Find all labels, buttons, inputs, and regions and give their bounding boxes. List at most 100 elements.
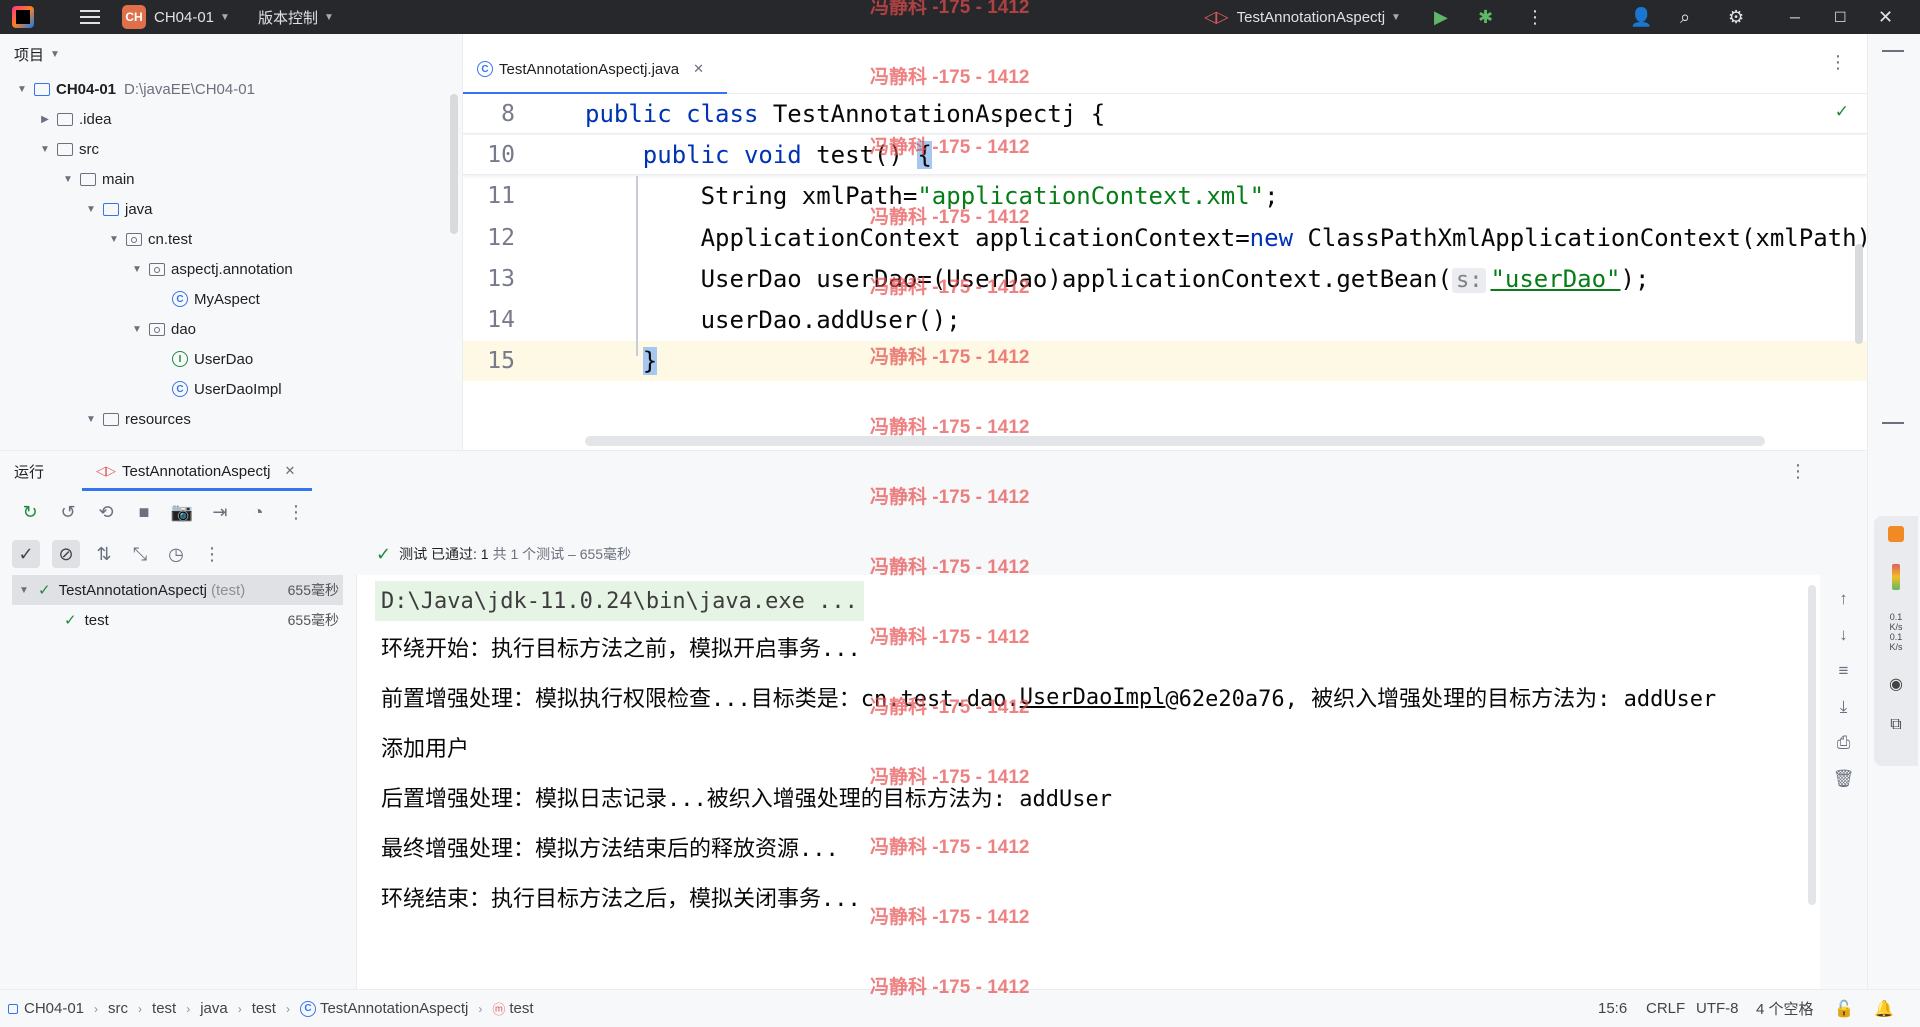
line-number[interactable]: 13	[463, 266, 515, 292]
rerun-icon[interactable]: ↻	[18, 500, 42, 524]
minimize-icon[interactable]	[1882, 50, 1904, 52]
more-vertical-icon[interactable]: ⋮	[284, 500, 308, 524]
line-number[interactable]: 10	[463, 142, 515, 168]
tree-item-src[interactable]: ▼ src	[0, 134, 462, 164]
chevron-down-icon[interactable]: ▼	[220, 12, 230, 23]
tree-item-ch04-01[interactable]: ▼ CH04-01 D:\javaEE\CH04-01	[0, 74, 462, 104]
breadcrumb-item[interactable]: CH04-01	[24, 1000, 84, 1017]
indent-setting[interactable]: 4 个空格	[1756, 998, 1814, 1019]
collapse-icon[interactable]: ⤡	[128, 542, 152, 566]
run-tab[interactable]: ◁▷ TestAnnotationAspectj ✕	[82, 451, 313, 491]
breadcrumb-item[interactable]: TestAnnotationAspectj	[320, 1000, 468, 1017]
code-line[interactable]: 12 ApplicationContext applicationContext…	[463, 218, 1868, 258]
chevron-down-icon[interactable]: ▼	[16, 585, 32, 596]
console-scrollbar[interactable]	[1808, 585, 1816, 905]
code-line[interactable]: 8 public class TestAnnotationAspectj {	[463, 94, 1868, 134]
console-link[interactable]: UserDaoImpl	[1020, 685, 1166, 710]
ide-logo-icon[interactable]	[12, 6, 34, 28]
tree-item--idea[interactable]: ▶ .idea	[0, 104, 462, 134]
line-separator[interactable]: CRLF	[1646, 1000, 1685, 1017]
file-encoding[interactable]: UTF-8	[1696, 1000, 1739, 1017]
code-line[interactable]: 13 UserDao userDao=(UserDao)applicationC…	[463, 259, 1868, 299]
tree-item-userdao[interactable]: I UserDao	[0, 344, 462, 374]
tree-item-resources[interactable]: ▼ resources	[0, 404, 462, 434]
breadcrumb-item[interactable]: src	[108, 1000, 128, 1017]
trash-icon[interactable]: 🗑	[1833, 769, 1855, 789]
stop-icon[interactable]: ■	[132, 500, 156, 524]
sort-icon[interactable]: ⇅	[92, 542, 116, 566]
rerun-failed-icon[interactable]: ↺	[56, 500, 80, 524]
search-button[interactable]: ⌕	[1680, 0, 1690, 34]
close-icon[interactable]: ✕	[693, 61, 704, 77]
coverage-icon[interactable]: ◔	[246, 500, 270, 524]
caret-position[interactable]: 15:6	[1598, 1000, 1627, 1017]
notifications-icon[interactable]: 🔔	[1874, 999, 1894, 1019]
more-actions-button[interactable]: ⋮	[1526, 0, 1544, 34]
settings-button[interactable]: ⚙	[1728, 0, 1744, 34]
tab-testannotationaspectj[interactable]: C TestAnnotationAspectj.java ✕	[463, 44, 727, 95]
chevron-down-icon[interactable]: ▼	[129, 264, 145, 275]
tree-item-cn-test[interactable]: ▼ cn.test	[0, 224, 462, 254]
project-name[interactable]: CH04-01	[154, 9, 214, 26]
chevron-down-icon[interactable]: ▼	[50, 49, 60, 60]
network-monitor-widget[interactable]: 0.1 K/s 0.1 K/s ◉ ⧉	[1874, 516, 1918, 766]
tree-item-aspectj-annotation[interactable]: ▼ aspectj.annotation	[0, 254, 462, 284]
project-panel-header[interactable]: 项目 ▼	[0, 34, 462, 74]
chevron-down-icon[interactable]: ▼	[106, 234, 122, 245]
maximize-button[interactable]: ☐	[1834, 0, 1847, 34]
tree-item-main[interactable]: ▼ main	[0, 164, 462, 194]
line-number[interactable]: 11	[463, 183, 515, 209]
vcs-menu[interactable]: 版本控制	[258, 7, 318, 28]
close-icon[interactable]: ✕	[284, 463, 295, 479]
tree-item-myaspect[interactable]: C MyAspect	[0, 284, 462, 314]
print-icon[interactable]: ⎙	[1837, 733, 1851, 753]
toggle-auto-test-icon[interactable]: ⟲	[94, 500, 118, 524]
show-ignored-icon[interactable]: ⊘	[52, 540, 80, 568]
editor-h-scrollbar[interactable]	[585, 436, 1765, 446]
chevron-down-icon[interactable]: ▼	[83, 204, 99, 215]
tree-item-dao[interactable]: ▼ dao	[0, 314, 462, 344]
chevron-down-icon[interactable]: ▼	[14, 84, 30, 95]
run-config-selector[interactable]: ◁▷ TestAnnotationAspectj ▼	[1204, 0, 1401, 34]
editor-v-scrollbar[interactable]	[1855, 244, 1863, 344]
lock-icon[interactable]: 🔓	[1834, 999, 1854, 1019]
soft-wrap-icon[interactable]: ≡	[1839, 661, 1849, 681]
run-button[interactable]: ▶	[1434, 0, 1448, 34]
chevron-down-icon[interactable]: ▼	[37, 144, 53, 155]
breadcrumb-item[interactable]: java	[200, 1000, 228, 1017]
minimize-icon[interactable]	[1882, 422, 1904, 424]
camera-icon[interactable]: 📷	[170, 500, 194, 524]
breadcrumb-item[interactable]: test	[509, 1000, 533, 1017]
main-menu-icon[interactable]	[80, 10, 100, 24]
chevron-down-icon[interactable]: ▼	[129, 324, 145, 335]
console-command-line[interactable]: D:\Java\jdk-11.0.24\bin\java.exe ...	[375, 581, 864, 621]
chevron-down-icon[interactable]: ▼	[324, 12, 334, 23]
minimize-button[interactable]: ─	[1790, 0, 1800, 34]
tree-scrollbar[interactable]	[450, 94, 458, 234]
line-number[interactable]: 12	[463, 225, 515, 251]
line-number[interactable]: 15	[463, 348, 515, 374]
chevron-down-icon[interactable]: ▼	[60, 174, 76, 185]
line-number[interactable]: 8	[463, 101, 515, 127]
breadcrumb-item[interactable]: test	[152, 1000, 176, 1017]
scroll-to-end-icon[interactable]: ⤓	[1840, 697, 1848, 717]
project-badge[interactable]: CH	[122, 5, 146, 29]
close-button[interactable]: ✕	[1878, 0, 1893, 34]
debug-button[interactable]: ✱	[1478, 0, 1493, 34]
line-number[interactable]: 14	[463, 307, 515, 333]
test-row-suite[interactable]: ▼ ✓ TestAnnotationAspectj (test) 655毫秒	[12, 575, 343, 605]
show-passed-icon[interactable]: ✓	[12, 540, 40, 568]
tree-item-userdaoimpl[interactable]: C UserDaoImpl	[0, 374, 462, 404]
tree-item-java[interactable]: ▼ java	[0, 194, 462, 224]
import-icon[interactable]: ⇥	[208, 500, 232, 524]
console-output[interactable]: D:\Java\jdk-11.0.24\bin\java.exe ... 环绕开…	[356, 575, 1820, 990]
more-vertical-icon[interactable]: ⋮	[200, 542, 224, 566]
clock-icon[interactable]: ◷	[164, 542, 188, 566]
code-line[interactable]: 14 userDao.addUser();	[463, 300, 1868, 340]
breadcrumb-item[interactable]: test	[252, 1000, 276, 1017]
inspection-ok-icon[interactable]: ✓	[1835, 102, 1849, 122]
arrow-down-icon[interactable]: ↓	[1839, 625, 1848, 645]
code-line[interactable]: 15 }	[463, 341, 1868, 382]
code-line[interactable]: 10 public void test() {	[463, 135, 1868, 176]
chevron-down-icon[interactable]: ▼	[83, 414, 99, 425]
